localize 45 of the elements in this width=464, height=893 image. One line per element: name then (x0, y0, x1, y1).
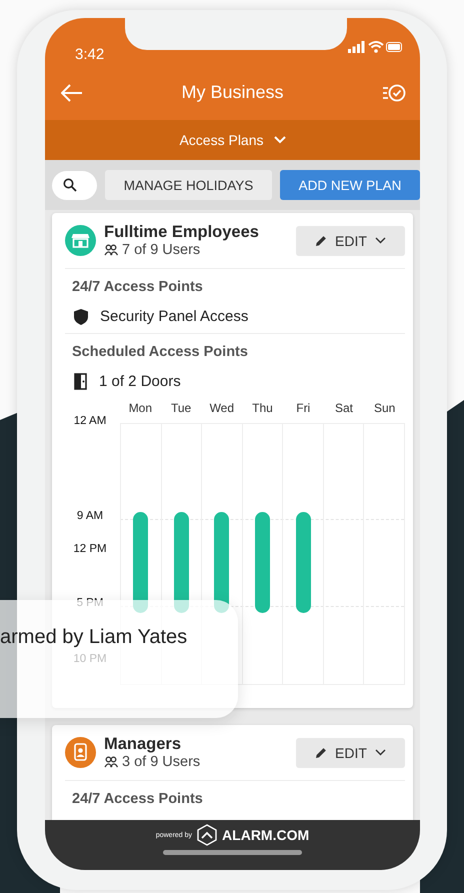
pencil-icon (315, 234, 328, 246)
people-icon (104, 244, 118, 256)
status-icons (348, 40, 404, 54)
chevron-down-icon (274, 136, 286, 144)
house-logo-icon (196, 824, 218, 846)
search-icon (63, 178, 77, 192)
plan-name: Fulltime Employees (104, 223, 260, 242)
section-heading: 24/7 Access Points (72, 279, 204, 295)
holidays-button[interactable]: MANAGE HOLIDAYS (105, 170, 272, 200)
door-icon (74, 373, 87, 390)
time-label: 10 PM (72, 653, 108, 665)
access-point-label: 1 of 2 Doors (99, 373, 181, 390)
time-label: 9 AM (76, 510, 104, 522)
plan-name: Managers (104, 735, 182, 754)
chevron-down-icon (374, 237, 386, 244)
time-label: 12 AM (72, 415, 108, 427)
day-label: Tue (170, 401, 192, 415)
screen-title: My Business (181, 82, 284, 103)
add-plan-button[interactable]: ADD NEW PLAN (280, 170, 420, 200)
day-label: Thu (251, 401, 274, 415)
checklist-icon[interactable] (382, 82, 406, 102)
edit-button[interactable]: EDIT (296, 738, 405, 768)
pencil-icon (315, 746, 328, 758)
day-label: Wed (208, 401, 236, 415)
shield-icon (74, 308, 88, 324)
back-arrow-icon[interactable] (61, 84, 83, 102)
section-heading: 24/7 Access Points (72, 791, 204, 807)
access-point-label: Security Panel Access (100, 308, 248, 325)
user-count: 7 of 9 Users (122, 242, 200, 258)
status-time: 3:42 (75, 46, 104, 63)
section-heading: Scheduled Access Points (72, 344, 249, 360)
access-plans-dropdown[interactable]: Access Plans (45, 120, 420, 160)
day-label: Mon (128, 401, 154, 415)
notification-text: armed by Liam Yates (0, 626, 188, 648)
user-count: 3 of 9 Users (122, 754, 200, 770)
day-label: Fri (295, 401, 312, 415)
chevron-down-icon (374, 749, 386, 756)
edit-button[interactable]: EDIT (296, 226, 405, 256)
search-field[interactable] (52, 170, 97, 200)
day-label: Sun (372, 401, 396, 415)
brand-name: ALARM.COM (222, 827, 310, 843)
time-label: 5 PM (76, 597, 104, 609)
time-label: 12 PM (72, 543, 108, 555)
day-label: Sat (334, 401, 354, 415)
people-icon (104, 756, 118, 768)
